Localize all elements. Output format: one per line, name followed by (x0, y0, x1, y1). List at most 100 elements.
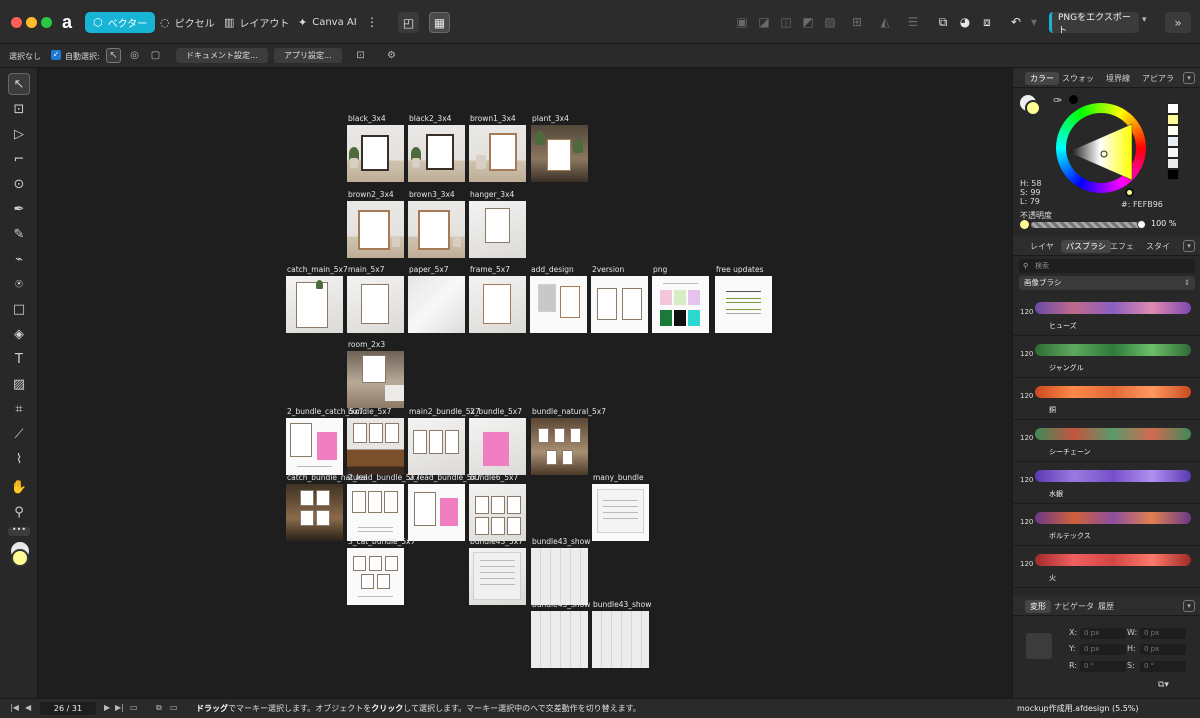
eyedropper-icon[interactable]: ✑ (1053, 94, 1062, 107)
color-picker-tool-icon[interactable]: ⌇ (8, 448, 30, 470)
more-tools-icon[interactable]: ••• (8, 526, 30, 536)
fill-color-swatch[interactable] (1025, 100, 1041, 116)
boolean-xor-icon[interactable]: ◩ (799, 13, 817, 31)
persona-vector[interactable]: ⬡ ベクター (85, 12, 156, 33)
panel-menu-icon[interactable]: ▾ (1183, 72, 1195, 84)
color-triangle[interactable] (1066, 122, 1138, 184)
first-page-icon[interactable]: |◀ (10, 703, 19, 712)
align-icon[interactable]: ☰ (904, 13, 922, 31)
anchor-selector[interactable] (1026, 633, 1052, 659)
tab-brushes[interactable]: パスブラシ (1061, 240, 1111, 253)
swatch[interactable] (1167, 125, 1179, 136)
tab-transform[interactable]: 変形 (1025, 600, 1051, 613)
boolean-add-icon[interactable]: ▣ (733, 13, 751, 31)
duplicate-page-icon[interactable]: ⧉ (156, 703, 162, 713)
measure-tool-icon[interactable]: ⟋ (8, 423, 30, 445)
gear-icon[interactable]: ⚙ (384, 48, 399, 63)
select-layers-icon[interactable]: ◎ (127, 48, 142, 63)
more-menu-icon[interactable]: ⋮ (363, 13, 381, 31)
place-image-tool-icon[interactable]: ▨ (8, 373, 30, 395)
rectangle-tool-icon[interactable]: □ (8, 298, 30, 320)
grid-view-button[interactable]: ▦ (429, 12, 450, 33)
node-tool-icon[interactable]: ▷ (8, 123, 30, 145)
persona-pixel[interactable]: ◌ ピクセル (152, 12, 223, 33)
hex-value[interactable]: #: FEFB96 (1121, 200, 1163, 209)
panel-menu-icon[interactable]: ▾ (1183, 600, 1195, 612)
pencil-tool-icon[interactable]: ✎ (8, 223, 30, 245)
text-tool-icon[interactable]: T (8, 348, 30, 370)
height-field[interactable]: 0 px (1140, 644, 1186, 655)
swatch[interactable] (1167, 147, 1179, 158)
swatch[interactable] (1167, 136, 1179, 147)
prev-page-icon[interactable]: ◀ (25, 703, 31, 712)
page-box-icon[interactable]: ▭ (130, 703, 138, 712)
snapping-icon[interactable]: ⧉ (934, 13, 952, 31)
crop-tool-icon[interactable]: ⌗ (8, 398, 30, 420)
shear-field[interactable]: 0 ° (1140, 661, 1186, 672)
document-settings-button[interactable]: ドキュメント設定... (176, 48, 268, 63)
app-settings-button[interactable]: アプリ設定... (274, 48, 342, 63)
tab-appearance[interactable]: アピアラ (1137, 72, 1179, 85)
rotation-field[interactable]: 0 ° (1080, 661, 1126, 672)
tab-history[interactable]: 履歴 (1093, 600, 1119, 613)
brush-category-select[interactable]: 画像ブラシ ⇕ (1019, 276, 1195, 290)
brush-item[interactable]: 120 水銀 (1013, 463, 1200, 504)
tab-stroke[interactable]: 境界線 (1101, 72, 1135, 85)
tab-layers[interactable]: レイヤ (1025, 240, 1059, 253)
tab-effects[interactable]: エフェ (1105, 240, 1139, 253)
auto-select-checkbox[interactable]: ✓ (51, 50, 61, 60)
move-tool-icon[interactable]: ↖ (8, 73, 30, 95)
zoom-window-button[interactable] (41, 17, 52, 28)
swatch[interactable] (1167, 169, 1179, 180)
opacity-slider-handle[interactable] (1137, 220, 1146, 229)
primary-color-swatch[interactable] (11, 549, 29, 567)
insert-target-icon[interactable]: ⧈ (978, 13, 996, 31)
hand-tool-icon[interactable]: ✋ (8, 476, 30, 498)
persona-canva-ai[interactable]: ✦ Canva AI (290, 12, 365, 33)
opacity-value[interactable]: 100 % (1151, 219, 1176, 228)
transform-options-icon[interactable]: ⧉▾ (1158, 680, 1169, 690)
flip-vertical-icon[interactable]: ◭ (876, 13, 894, 31)
brush-item[interactable]: 120 シーチェーン (1013, 421, 1200, 462)
boolean-divide-icon[interactable]: ▨ (821, 13, 839, 31)
export-png-button[interactable]: PNGをエクスポート (1049, 12, 1139, 36)
tab-swatches[interactable]: スウォッ (1057, 72, 1099, 85)
affinity-logo-icon[interactable]: a (58, 12, 76, 32)
view-mode-button[interactable]: ◰ (398, 12, 419, 33)
width-field[interactable]: 0 px (1140, 628, 1186, 639)
zoom-tool-icon[interactable]: ⚲ (8, 501, 30, 523)
tab-navigator[interactable]: ナビゲータ (1049, 600, 1099, 613)
canvas[interactable]: black_3x4 black2_3x4 brown1_3x4 plant_3x… (38, 68, 1012, 698)
tab-styles[interactable]: スタイ (1141, 240, 1175, 253)
select-pointer-icon[interactable]: ↖ (106, 48, 121, 63)
fill-tool-icon[interactable]: ⍟ (8, 273, 30, 295)
minimize-window-button[interactable] (26, 17, 37, 28)
brush-item[interactable]: 120 火 (1013, 547, 1200, 588)
persona-layout[interactable]: ▥ レイアウト (216, 12, 297, 33)
undo-caret-icon[interactable]: ▾ (1025, 13, 1043, 31)
select-groups-icon[interactable]: ▢ (148, 48, 163, 63)
shape-tool-icon[interactable]: ◈ (8, 323, 30, 345)
brush-item[interactable]: 120 ヒューズ (1013, 295, 1200, 336)
hue-marker[interactable] (1125, 188, 1134, 197)
undo-icon[interactable]: ↶ (1007, 13, 1025, 31)
chevron-down-icon[interactable]: ▾ (1142, 15, 1147, 25)
brush-item[interactable]: 120 ボルテックス (1013, 505, 1200, 546)
close-window-button[interactable] (11, 17, 22, 28)
flip-horizontal-icon[interactable]: ⊞ (848, 13, 866, 31)
brush-item[interactable]: 120 ジャングル (1013, 337, 1200, 378)
black-swatch[interactable] (1069, 95, 1078, 104)
page-indicator[interactable]: 26 / 31 (40, 702, 96, 715)
x-field[interactable]: 0 px (1080, 628, 1126, 639)
artboard-tool-icon[interactable]: ⊡ (8, 98, 30, 120)
panel-menu-icon[interactable]: ▾ (1183, 240, 1195, 252)
brush-item[interactable]: 120 銅 (1013, 379, 1200, 420)
overflow-menu-icon[interactable]: » (1165, 12, 1191, 33)
pen-tool-icon[interactable]: ✒ (8, 198, 30, 220)
corner-tool-icon[interactable]: ⌐ (8, 148, 30, 170)
boolean-intersect-icon[interactable]: ◫ (777, 13, 795, 31)
brush-search-input[interactable]: ⚲ 検索 (1019, 259, 1195, 273)
geometry-icon[interactable]: ◕ (956, 13, 974, 31)
point-transform-tool-icon[interactable]: ⊙ (8, 173, 30, 195)
last-page-icon[interactable]: ▶| (115, 703, 124, 712)
